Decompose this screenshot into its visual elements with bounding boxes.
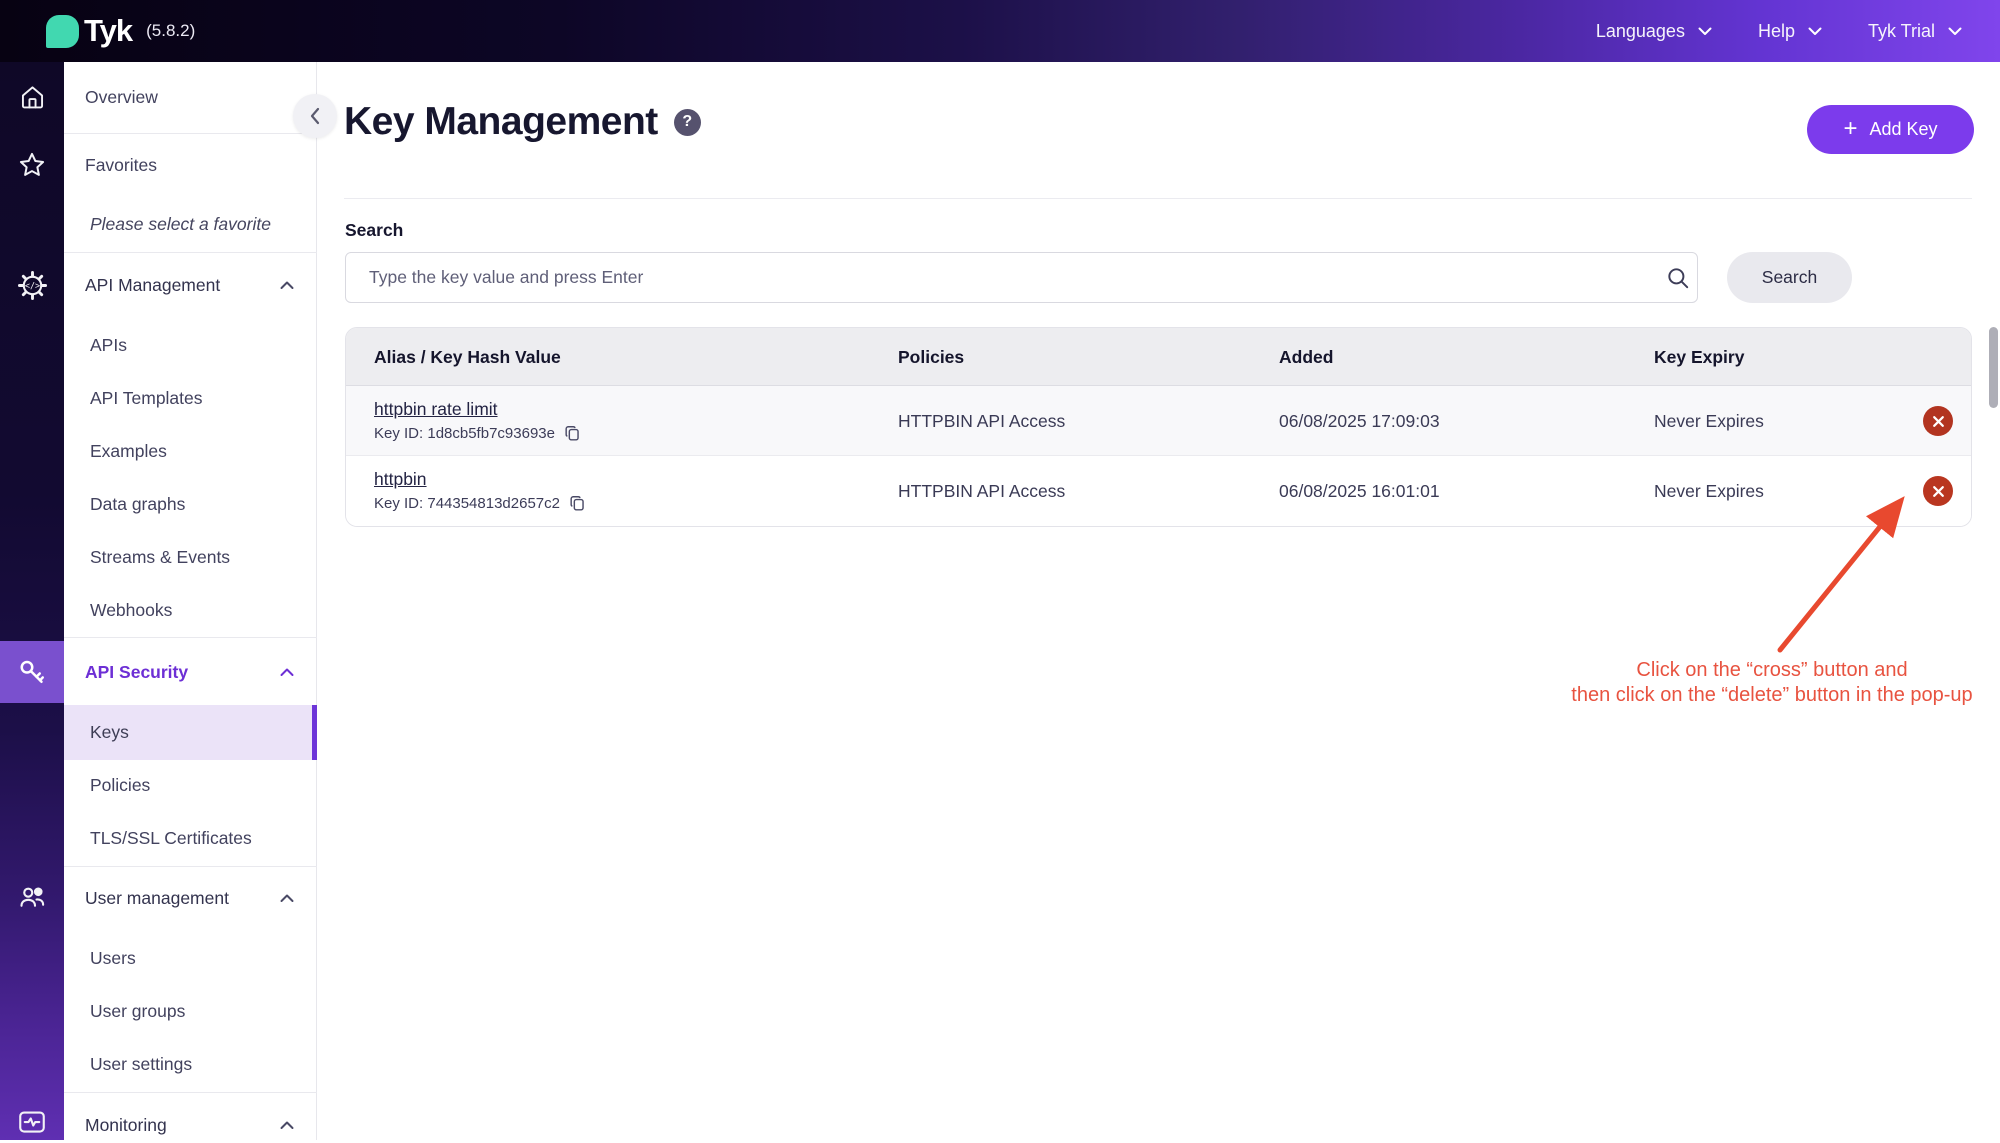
divider: [64, 637, 317, 638]
sidebar-section-user-management[interactable]: User management: [64, 880, 317, 916]
key-expiry: Never Expires: [1654, 456, 1764, 526]
chevron-up-icon: [280, 894, 294, 903]
tyk-logo[interactable]: Tyk (5.8.2): [46, 13, 195, 49]
sidebar-item-tls-ssl-certificates[interactable]: TLS/SSL Certificates: [64, 820, 317, 856]
sidebar-section-api-management[interactable]: API Management: [64, 267, 317, 303]
search-input[interactable]: [345, 252, 1698, 303]
sidebar: Overview Favorites Please select a favor…: [64, 62, 317, 1140]
key-icon[interactable]: [0, 652, 64, 692]
key-id: Key ID: 1d8cb5fb7c93693e: [374, 424, 582, 443]
main-content: Key Management ? + Add Key Search Search…: [317, 62, 2000, 1140]
help-icon[interactable]: ?: [674, 109, 701, 136]
annotation-arrow: [317, 62, 2000, 1140]
sidebar-section-monitoring[interactable]: Monitoring: [64, 1107, 317, 1143]
topbar: Tyk (5.8.2) Languages Help Tyk Trial: [0, 0, 2000, 62]
divider: [64, 1092, 317, 1093]
add-key-button[interactable]: + Add Key: [1807, 105, 1974, 154]
divider: [64, 133, 317, 134]
plus-icon: +: [1843, 117, 1857, 141]
chevron-down-icon: [1948, 27, 1962, 36]
scrollbar-thumb[interactable]: [1989, 327, 1998, 408]
sidebar-item-webhooks[interactable]: Webhooks: [64, 592, 317, 628]
header-added: Added: [1279, 328, 1333, 386]
divider: [64, 866, 317, 867]
sidebar-item-users[interactable]: Users: [64, 940, 317, 976]
chevron-up-icon: [280, 668, 294, 677]
sidebar-item-favorites[interactable]: Favorites: [64, 147, 317, 183]
key-expiry: Never Expires: [1654, 386, 1764, 456]
copy-icon[interactable]: [563, 424, 582, 443]
account-menu[interactable]: Tyk Trial: [1868, 21, 1962, 42]
header-key-expiry: Key Expiry: [1654, 328, 1744, 386]
sidebar-collapse-button[interactable]: [293, 94, 337, 138]
sidebar-item-apis[interactable]: APIs: [64, 327, 317, 363]
delete-key-button[interactable]: [1923, 476, 1953, 506]
sidebar-section-api-security[interactable]: API Security: [64, 654, 317, 690]
sidebar-item-user-settings[interactable]: User settings: [64, 1046, 317, 1082]
languages-menu[interactable]: Languages: [1596, 21, 1712, 42]
search-button[interactable]: Search: [1727, 252, 1852, 303]
key-policy: HTTPBIN API Access: [898, 456, 1065, 526]
table-row: httpbin rate limit Key ID: 1d8cb5fb7c936…: [346, 386, 1971, 456]
tyk-leaf-icon: [46, 15, 79, 48]
sidebar-item-examples[interactable]: Examples: [64, 433, 317, 469]
sidebar-item-api-templates[interactable]: API Templates: [64, 380, 317, 416]
svg-text:</>: </>: [24, 280, 39, 290]
divider: [344, 198, 1972, 199]
key-added: 06/08/2025 17:09:03: [1279, 386, 1440, 456]
key-id: Key ID: 744354813d2657c2: [374, 494, 587, 513]
chevron-down-icon: [1808, 27, 1822, 36]
key-added: 06/08/2025 16:01:01: [1279, 456, 1440, 526]
sidebar-item-streams-events[interactable]: Streams & Events: [64, 539, 317, 575]
annotation-text: Click on the “cross” button and then cli…: [1547, 658, 1997, 707]
divider: [64, 252, 317, 253]
gear-code-icon[interactable]: </>: [0, 265, 64, 305]
cross-icon: [1932, 485, 1945, 498]
users-icon[interactable]: [0, 877, 64, 917]
sidebar-item-overview[interactable]: Overview: [64, 79, 317, 115]
monitoring-icon[interactable]: [0, 1102, 64, 1142]
home-icon[interactable]: [0, 77, 64, 117]
cross-icon: [1932, 415, 1945, 428]
help-menu[interactable]: Help: [1758, 21, 1822, 42]
icon-rail: </>: [0, 62, 64, 1140]
sidebar-item-data-graphs[interactable]: Data graphs: [64, 486, 317, 522]
version-label: (5.8.2): [146, 21, 195, 41]
chevron-down-icon: [1698, 27, 1712, 36]
chevron-up-icon: [280, 281, 294, 290]
topbar-nav: Languages Help Tyk Trial: [1596, 21, 1962, 42]
table-header-row: Alias / Key Hash Value Policies Added Ke…: [346, 328, 1971, 386]
key-alias-link[interactable]: httpbin rate limit: [374, 399, 498, 420]
star-icon[interactable]: [0, 145, 64, 185]
search-label: Search: [345, 220, 403, 241]
sidebar-item-policies[interactable]: Policies: [64, 767, 317, 803]
header-policies: Policies: [898, 328, 964, 386]
brand-name: Tyk: [84, 13, 132, 49]
sidebar-item-user-groups[interactable]: User groups: [64, 993, 317, 1029]
copy-icon[interactable]: [568, 494, 587, 513]
key-alias-link[interactable]: httpbin: [374, 469, 427, 490]
page-title: Key Management: [344, 100, 658, 144]
favorites-placeholder: Please select a favorite: [64, 206, 317, 242]
sidebar-item-keys-active[interactable]: Keys: [64, 705, 317, 760]
magnifier-icon[interactable]: [1665, 265, 1691, 291]
key-policy: HTTPBIN API Access: [898, 386, 1065, 456]
table-row: httpbin Key ID: 744354813d2657c2 HTTPBIN…: [346, 456, 1971, 526]
chevron-up-icon: [280, 1121, 294, 1130]
chevron-left-icon: [309, 107, 321, 125]
header-alias: Alias / Key Hash Value: [374, 328, 561, 386]
keys-table: Alias / Key Hash Value Policies Added Ke…: [345, 327, 1972, 527]
delete-key-button[interactable]: [1923, 406, 1953, 436]
